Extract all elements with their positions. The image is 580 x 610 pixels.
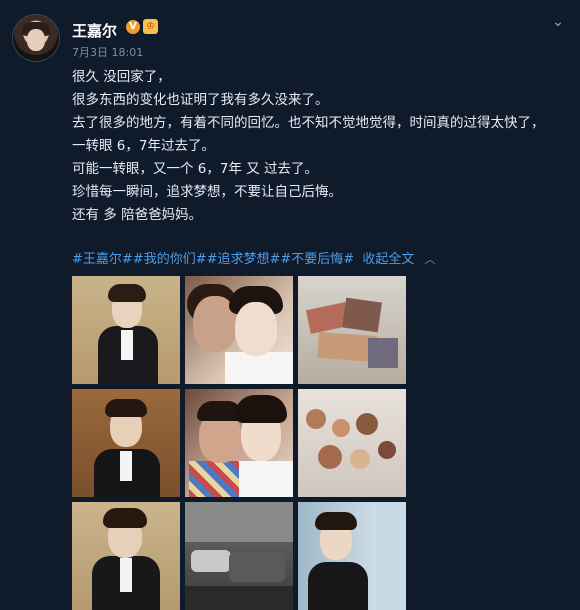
photo-thumbnail[interactable] <box>298 502 406 610</box>
content-line: 还有 多 陪爸爸妈妈。 <box>72 207 203 223</box>
post-content: 很久 没回家了， 很多东西的变化也证明了我有多久没来了。 去了很多的地方，有着不… <box>72 66 572 227</box>
avatar[interactable] <box>12 14 60 62</box>
photo-thumbnail[interactable] <box>185 276 293 384</box>
content-line: 很多东西的变化也证明了我有多久没来了。 <box>72 92 329 108</box>
chevron-up-icon[interactable]: ︿ <box>424 251 435 267</box>
content-line: 珍惜每一瞬间，追求梦想，不要让自己后悔。 <box>72 184 342 200</box>
hashtag-link[interactable]: #王嘉尔# <box>72 252 133 267</box>
avatar-face <box>27 29 45 51</box>
content-line: 一转眼 6，7年过去了。 <box>72 138 215 154</box>
hashtag-link[interactable]: #追求梦想# <box>207 252 281 267</box>
username[interactable]: 王嘉尔 <box>72 20 117 41</box>
photo-thumbnail[interactable] <box>298 276 406 384</box>
photo-thumbnail[interactable] <box>185 389 293 497</box>
chevron-down-icon[interactable]: ⌄ <box>550 14 566 30</box>
photo-thumbnail[interactable] <box>72 389 180 497</box>
photo-thumbnail[interactable] <box>72 276 180 384</box>
photo-thumbnail[interactable] <box>72 502 180 610</box>
content-line: 很久 没回家了， <box>72 69 171 85</box>
hashtag-link[interactable]: #我的你们# <box>133 252 207 267</box>
content-line: 可能一转眼，又一个 6，7年 又 过去了。 <box>72 161 319 177</box>
verified-badge-icon: V <box>126 20 140 34</box>
post-time: 18:01 <box>111 46 144 59</box>
collapse-text-button[interactable]: 收起全文 <box>362 252 414 267</box>
photo-thumbnail[interactable] <box>185 502 293 610</box>
hashtag-row: #王嘉尔##我的你们##追求梦想##不要后悔# 收起全文 ︿ <box>72 248 435 267</box>
post-date: 7月3日 <box>72 46 108 59</box>
weibo-post: 王嘉尔 V ♔ 7月3日 18:01 ⌄ 很久 没回家了， 很多东西的变化也证明… <box>0 0 580 610</box>
content-line: 去了很多的地方，有着不同的回忆。也不知不觉地觉得，时间真的过得太快了， <box>72 115 545 131</box>
photo-thumbnail[interactable] <box>298 389 406 497</box>
photo-grid <box>72 276 408 610</box>
member-badge-icon: ♔ <box>143 19 158 34</box>
post-timestamp[interactable]: 7月3日 18:01 <box>72 44 143 60</box>
hashtag-link[interactable]: #不要后悔# <box>280 252 354 267</box>
